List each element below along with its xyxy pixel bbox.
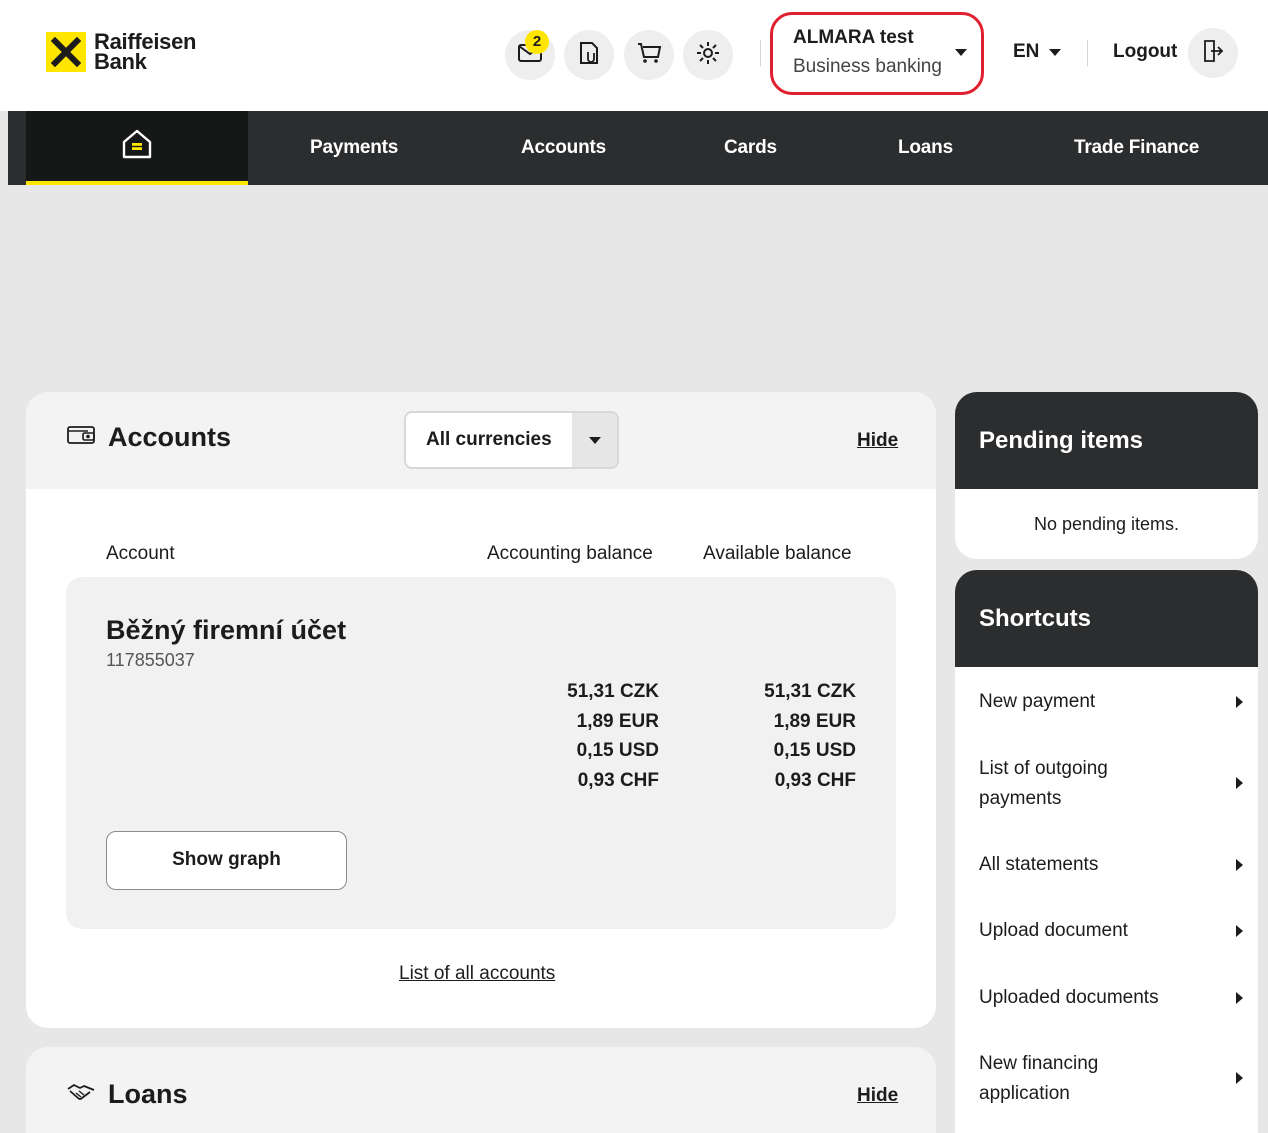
chevron-right-icon	[1236, 1072, 1243, 1084]
settings-icon	[695, 40, 721, 71]
pending-items-widget: Pending items No pending items.	[955, 392, 1258, 559]
loans-widget-title: Loans	[66, 1079, 188, 1110]
logout-icon	[1202, 39, 1224, 68]
language-selector[interactable]: EN	[1013, 41, 1062, 63]
messages-button[interactable]: 2	[505, 30, 555, 80]
accounts-hide-link[interactable]: Hide	[857, 430, 898, 452]
column-accounting-balance: Accounting balance	[487, 543, 653, 564]
header-divider	[760, 40, 761, 66]
chevron-down-icon	[955, 49, 967, 56]
available-balances: 51,31 CZK 1,89 EUR 0,15 USD 0,93 CHF	[764, 677, 856, 795]
logout-icon-button[interactable]	[1188, 28, 1238, 78]
logo-cross-icon	[46, 32, 86, 72]
settings-button[interactable]	[683, 30, 733, 80]
column-account: Account	[106, 543, 175, 564]
profile-switcher[interactable]: ALMARA test Business banking	[770, 12, 984, 95]
account-row[interactable]: Běžný firemní účet 117855037 51,31 CZK 1…	[66, 577, 896, 929]
shortcut-uploaded-documents[interactable]: Uploaded documents	[979, 983, 1243, 1013]
balance-value: 51,31 CZK	[764, 681, 856, 702]
main-navigation: Payments Accounts Cards Loans Trade Fina…	[8, 111, 1268, 185]
documents-icon	[578, 40, 600, 71]
nav-trade-finance[interactable]: Trade Finance	[1074, 111, 1199, 185]
shortcut-all-statements[interactable]: All statements	[979, 850, 1243, 880]
account-number: 117855037	[106, 650, 195, 670]
raiffeisen-logo[interactable]: Raiffeisen Bank	[46, 31, 196, 74]
balance-value: 0,15 USD	[576, 740, 659, 761]
accounts-widget: Accounts All currencies Hide Account Acc…	[26, 392, 936, 1028]
chevron-right-icon	[1236, 992, 1243, 1004]
balance-value: 1,89 EUR	[576, 710, 659, 732]
nav-loans[interactable]: Loans	[898, 111, 953, 185]
accounting-balances: 51,31 CZK 1,89 EUR 0,15 USD 0,93 CHF	[567, 677, 659, 795]
nav-home[interactable]	[26, 111, 248, 185]
logo-line2: Bank	[94, 49, 147, 74]
nav-accounts[interactable]: Accounts	[521, 111, 606, 185]
shortcut-new-financing-application[interactable]: New financing application	[979, 1049, 1149, 1109]
pending-empty-message: No pending items.	[1033, 514, 1180, 534]
shortcuts-title: Shortcuts	[955, 570, 1258, 667]
accounts-widget-header: Accounts All currencies Hide	[26, 392, 936, 489]
chevron-right-icon	[1236, 696, 1243, 708]
list-all-accounts-link[interactable]: List of all accounts	[399, 963, 555, 985]
chevron-right-icon	[1236, 925, 1243, 937]
pending-items-title: Pending items	[955, 392, 1258, 489]
cart-icon	[636, 41, 662, 70]
balance-value: 0,93 CHF	[774, 769, 856, 791]
balance-value: 0,93 CHF	[577, 769, 659, 791]
loans-widget: Loans Hide	[26, 1047, 936, 1133]
balance-value: 51,31 CZK	[567, 681, 659, 702]
balance-value: 0,15 USD	[773, 740, 856, 761]
chevron-down-icon	[572, 413, 617, 467]
header-divider	[1087, 40, 1088, 66]
profile-name: ALMARA test	[793, 27, 914, 48]
wallet-icon	[66, 422, 96, 453]
chevron-down-icon	[1049, 48, 1062, 56]
language-label: EN	[1013, 41, 1040, 62]
cart-button[interactable]	[624, 30, 674, 80]
nav-payments[interactable]: Payments	[310, 111, 398, 185]
logout-button[interactable]: Logout	[1113, 41, 1177, 63]
show-graph-button[interactable]: Show graph	[106, 831, 347, 890]
shortcut-outgoing-payments[interactable]: List of outgoing payments	[979, 754, 1179, 814]
shortcut-upload-document[interactable]: Upload document	[979, 916, 1243, 946]
shortcut-new-payment[interactable]: New payment	[979, 687, 1243, 717]
nav-cards[interactable]: Cards	[724, 111, 777, 185]
chevron-right-icon	[1236, 777, 1243, 789]
chevron-right-icon	[1236, 859, 1243, 871]
top-header: Raiffeisen Bank 2 ALMARA test Business b…	[0, 0, 1268, 111]
messages-badge: 2	[525, 30, 549, 54]
currency-filter-value: All currencies	[426, 429, 552, 450]
accounts-widget-title: Accounts	[66, 422, 231, 453]
loans-hide-link[interactable]: Hide	[857, 1085, 898, 1107]
currency-filter-select[interactable]: All currencies	[404, 411, 619, 469]
balance-value: 1,89 EUR	[773, 710, 856, 732]
shortcuts-widget: Shortcuts New payment List of outgoing p…	[955, 570, 1258, 1133]
account-name: Běžný firemní účet	[106, 615, 347, 645]
home-icon	[120, 128, 154, 165]
handshake-icon	[66, 1079, 96, 1110]
documents-button[interactable]	[564, 30, 614, 80]
profile-segment: Business banking	[793, 56, 942, 77]
column-available-balance: Available balance	[703, 543, 852, 564]
